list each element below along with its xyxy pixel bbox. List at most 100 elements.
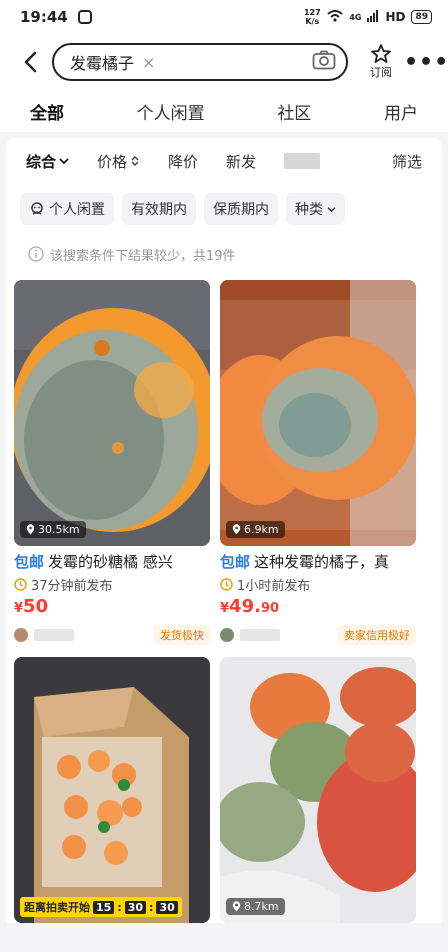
chip-personal-label: 个人闲置 [49, 202, 105, 218]
search-header: 发霉橘子 × 订阅 ••• [0, 34, 448, 90]
auction-countdown: 距离拍卖开始 15:30:30 [20, 897, 182, 917]
more-icon[interactable]: ••• [404, 50, 448, 75]
item-price: ¥50 [14, 596, 210, 617]
seller-badge: 发货极快 [154, 625, 210, 645]
signal-icon [367, 9, 379, 25]
chip-category-label: 种类 [295, 202, 323, 218]
subscribe-button[interactable]: 订阅 [358, 44, 404, 80]
item-title-text: 这种发霉的橘子，真 [254, 553, 390, 571]
sort-price-drop[interactable]: 降价 [168, 151, 198, 172]
seller-name-blurred [240, 629, 280, 641]
moldy-oranges-bag-image [220, 657, 416, 923]
wifi-icon [327, 9, 343, 25]
chip-personal[interactable]: 个人闲置 [20, 193, 114, 225]
free-shipping-tag: 包邮 [220, 553, 251, 571]
camera-icon[interactable] [312, 50, 336, 74]
info-icon [28, 246, 44, 262]
publish-time: 37分钟前发布 [14, 575, 210, 594]
signal-label: 4G [349, 12, 362, 22]
product-image[interactable]: 30.5km [14, 280, 210, 546]
notification-icon [77, 10, 92, 24]
countdown-hours: 15 [93, 900, 115, 914]
star-pin-icon [371, 44, 391, 63]
result-tabs: 全部 个人闲置 社区 用户 [0, 90, 448, 132]
tab-community[interactable]: 社区 [277, 99, 311, 124]
avatar [220, 628, 234, 642]
list-item[interactable]: 6.9km 包邮 这种发霉的橘子，真 1小时前发布 ¥49.90 卖家信用极好 [220, 280, 416, 645]
list-item[interactable]: 距离拍卖开始 15:30:30 [14, 657, 210, 923]
countdown-minutes: 30 [124, 900, 147, 914]
avatar [14, 628, 28, 642]
blurred-option [284, 153, 321, 169]
auction-label: 距离拍卖开始 [24, 901, 90, 914]
distance-text: 30.5km [38, 523, 80, 536]
chip-valid[interactable]: 有效期内 [122, 193, 196, 225]
seller-badge: 卖家信用极好 [338, 625, 416, 645]
bagged-orange-image [220, 280, 416, 546]
list-item[interactable]: 30.5km 包邮 发霉的砂糖橘 感兴 37分钟前发布 ¥50 发货极快 [14, 280, 210, 645]
location-pin-icon [232, 524, 241, 535]
sort-updown-icon [131, 156, 139, 166]
item-price: ¥49.90 [220, 596, 416, 617]
search-input[interactable]: 发霉橘子 × [52, 43, 348, 81]
status-bar: 19:44 127 K/s 4G HD 89 [0, 0, 448, 34]
sort-comprehensive[interactable]: 综合 [26, 151, 69, 172]
hd-label: HD [385, 10, 406, 24]
seller-name-blurred [34, 629, 74, 641]
moldy-orange-image [14, 280, 210, 546]
chip-category[interactable]: 种类 [286, 193, 345, 225]
price-integer: 50 [23, 596, 49, 617]
chevron-down-icon [59, 158, 69, 165]
publish-time-text: 1小时前发布 [237, 579, 311, 594]
sort-price[interactable]: 价格 [97, 151, 140, 172]
network-speed: 127 K/s [303, 8, 321, 26]
price-symbol: ¥ [220, 601, 230, 616]
countdown-seconds: 30 [156, 900, 178, 914]
clock-icon [14, 578, 27, 591]
chevron-left-icon [24, 51, 37, 73]
person-icon [31, 202, 43, 215]
subscribe-label: 订阅 [370, 66, 392, 79]
product-image[interactable]: 8.7km [220, 657, 416, 923]
tab-personal[interactable]: 个人闲置 [137, 99, 205, 124]
item-title[interactable]: 包邮 这种发霉的橘子，真 [220, 552, 416, 572]
publish-time-text: 37分钟前发布 [31, 579, 113, 594]
chevron-down-icon [327, 206, 336, 212]
tab-users[interactable]: 用户 [384, 99, 418, 124]
distance-badge: 8.7km [226, 898, 285, 915]
tab-all[interactable]: 全部 [30, 99, 64, 124]
search-query: 发霉橘子 [70, 54, 135, 73]
notice-text: 该搜索条件下结果较少，共19件 [50, 248, 236, 264]
clock-icon [220, 578, 233, 591]
distance-badge: 30.5km [20, 521, 86, 538]
sort-bar: 综合 价格 降价 新发 筛选 [6, 138, 442, 184]
distance-text: 8.7km [244, 900, 279, 913]
seller-row[interactable]: 发货极快 [14, 625, 210, 645]
sort-comprehensive-label: 综合 [26, 152, 57, 171]
publish-time: 1小时前发布 [220, 575, 416, 594]
seller-row[interactable]: 卖家信用极好 [220, 625, 416, 645]
filter-button[interactable]: 筛选 [392, 151, 422, 172]
price-symbol: ¥ [14, 601, 24, 616]
back-button[interactable] [18, 50, 42, 74]
sort-price-label: 价格 [97, 152, 128, 171]
location-pin-icon [232, 901, 241, 912]
product-image[interactable]: 6.9km [220, 280, 416, 546]
chip-shelf-life[interactable]: 保质期内 [204, 193, 278, 225]
list-item[interactable]: 8.7km [220, 657, 416, 923]
item-title[interactable]: 包邮 发霉的砂糖橘 感兴 [14, 552, 210, 572]
free-shipping-tag: 包邮 [14, 553, 45, 571]
location-pin-icon [26, 524, 35, 535]
oranges-box-image [14, 657, 210, 923]
battery-indicator: 89 [411, 10, 432, 24]
sort-newest[interactable]: 新发 [226, 151, 256, 172]
item-title-text: 发霉的砂糖橘 感兴 [48, 553, 173, 571]
filter-chips: 个人闲置 有效期内 保质期内 种类 [6, 184, 442, 234]
distance-text: 6.9km [244, 523, 279, 536]
result-grid: 30.5km 包邮 发霉的砂糖橘 感兴 37分钟前发布 ¥50 发货极快 6.9… [6, 274, 442, 923]
clear-icon[interactable]: × [142, 53, 155, 72]
result-notice: 该搜索条件下结果较少，共19件 [6, 234, 442, 274]
status-time: 19:44 [20, 8, 68, 26]
product-image[interactable]: 距离拍卖开始 15:30:30 [14, 657, 210, 923]
price-integer: 49. [229, 596, 261, 617]
